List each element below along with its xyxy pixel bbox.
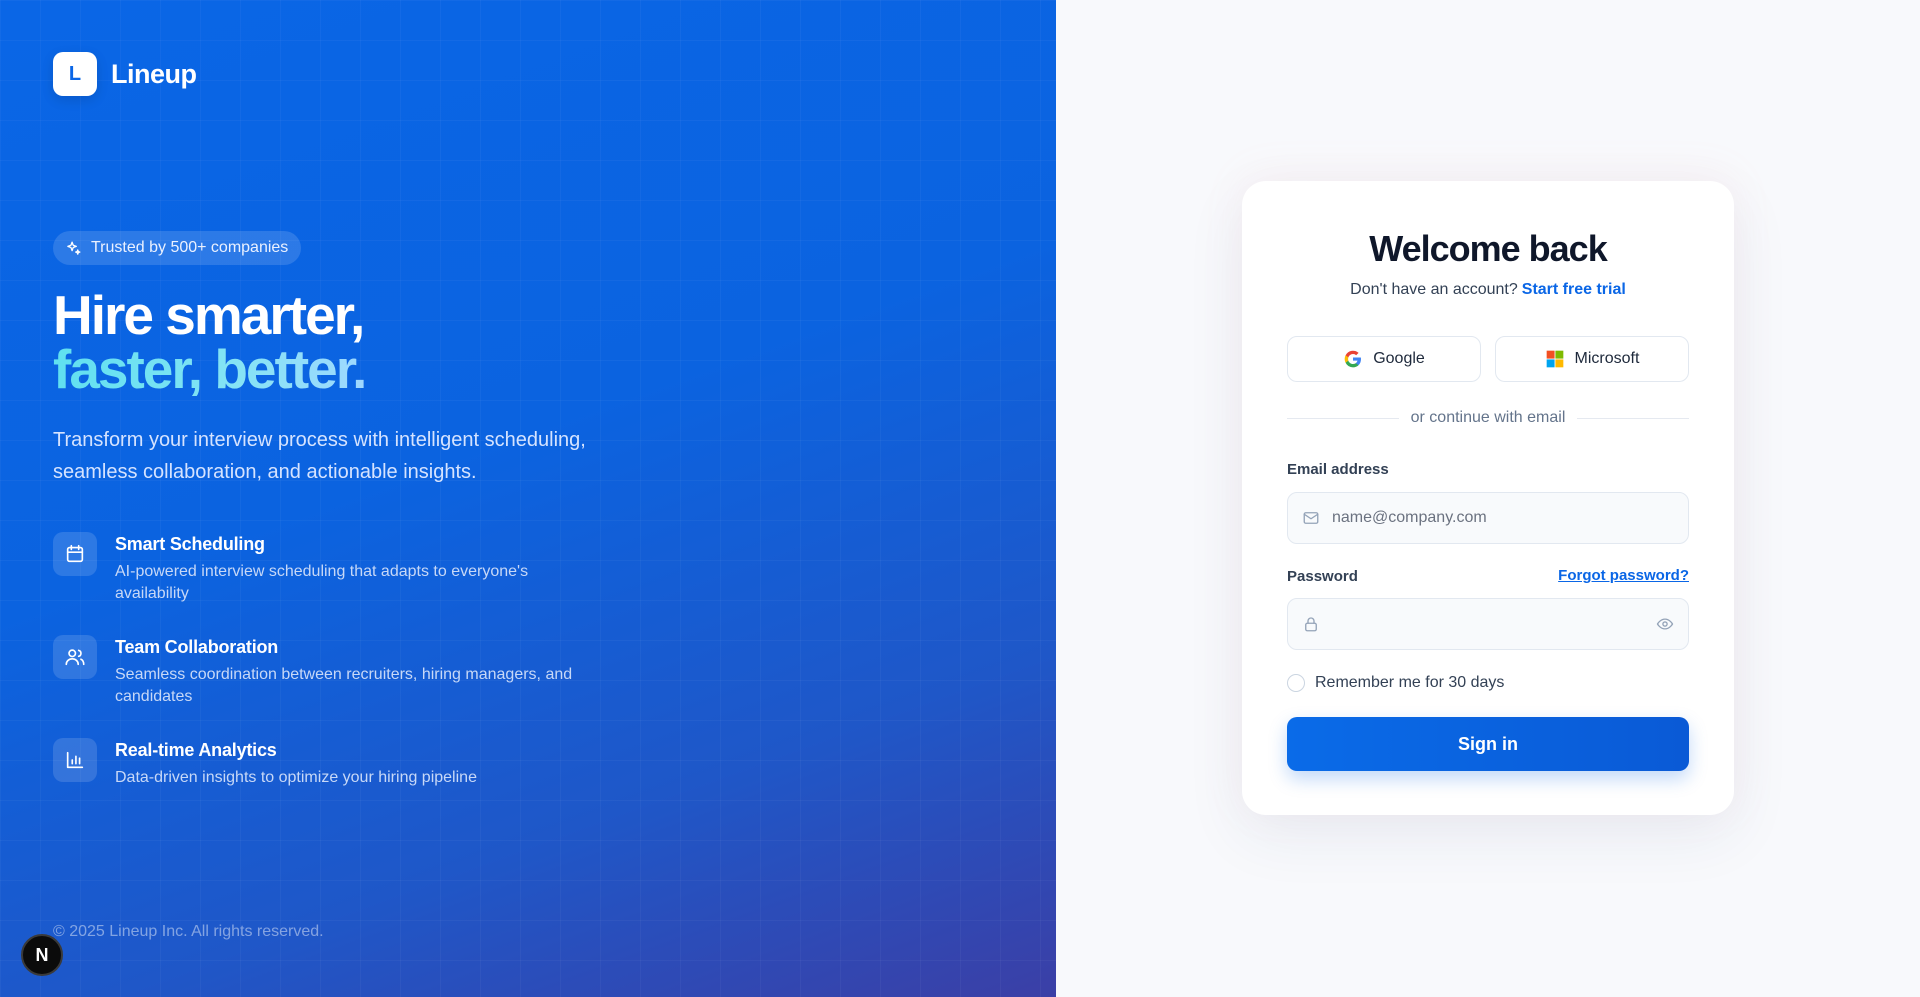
users-icon xyxy=(65,649,85,666)
remember-checkbox[interactable] xyxy=(1287,674,1305,692)
google-label: Google xyxy=(1373,350,1425,367)
lock-icon xyxy=(1305,617,1317,632)
dev-tools-badge[interactable]: N xyxy=(21,934,63,976)
feature-description: Data-driven insights to optimize your hi… xyxy=(115,769,477,786)
hero-panel: L Lineup Trusted by 500+ companies Hire … xyxy=(0,0,1056,997)
bar-chart-icon xyxy=(66,751,84,769)
microsoft-label: Microsoft xyxy=(1574,350,1640,367)
copyright: © 2025 Lineup Inc. All rights reserved. xyxy=(53,923,324,940)
feature-description: AI-powered interview scheduling that ada… xyxy=(115,563,529,602)
feature-item: Smart Scheduling AI-powered interview sc… xyxy=(53,532,613,605)
feature-title: Team Collaboration xyxy=(115,637,279,657)
divider: or continue with email xyxy=(1287,409,1689,427)
feature-item: Team Collaboration Seamless coordination… xyxy=(53,635,613,708)
hero-subtitle: Transform your interview process with in… xyxy=(53,429,586,483)
remember-me[interactable]: Remember me for 30 days xyxy=(1287,674,1504,692)
microsoft-icon xyxy=(1546,350,1563,368)
mail-icon xyxy=(1303,512,1319,524)
brand-logo: L xyxy=(53,52,97,96)
feature-title: Smart Scheduling xyxy=(115,534,265,554)
brand-name: Lineup xyxy=(111,58,197,89)
brand[interactable]: L Lineup xyxy=(53,52,197,96)
remember-label: Remember me for 30 days xyxy=(1315,674,1505,691)
password-field[interactable] xyxy=(1287,598,1689,650)
divider-text: or continue with email xyxy=(1410,409,1566,426)
calendar-icon xyxy=(66,544,84,563)
start-trial-link[interactable]: Start free trial xyxy=(1522,281,1626,298)
email-input[interactable] xyxy=(1332,509,1674,527)
sso-buttons: Google Microsoft xyxy=(1287,336,1689,382)
feature-list: Smart Scheduling AI-powered interview sc… xyxy=(53,532,613,819)
password-input[interactable] xyxy=(1332,615,1644,633)
trust-badge: Trusted by 500+ companies xyxy=(53,231,302,265)
feature-description: Seamless coordination between recruiters… xyxy=(115,666,573,705)
trust-badge-text: Trusted by 500+ companies xyxy=(91,239,289,256)
forgot-password-link[interactable]: Forgot password? xyxy=(1558,567,1689,584)
signup-prompt: Don't have an account? Start free trial xyxy=(1242,281,1734,299)
sparkles-icon xyxy=(67,240,81,255)
signup-text: Don't have an account? xyxy=(1350,281,1518,298)
headline-line-2: faster, better. xyxy=(53,338,367,400)
hero-headline: Hire smarter, faster, better. xyxy=(53,284,367,400)
google-icon xyxy=(1344,350,1362,368)
login-title: Welcome back xyxy=(1369,228,1607,269)
email-field[interactable] xyxy=(1287,492,1689,544)
eye-icon[interactable] xyxy=(1656,615,1674,633)
email-label: Email address xyxy=(1287,461,1389,478)
feature-item: Real-time Analytics Data-driven insights… xyxy=(53,738,613,789)
sign-in-button[interactable]: Sign in xyxy=(1287,717,1689,771)
google-signin-button[interactable]: Google xyxy=(1287,336,1481,382)
feature-title: Real-time Analytics xyxy=(115,740,277,760)
headline-line-1: Hire smarter, xyxy=(53,284,365,346)
microsoft-signin-button[interactable]: Microsoft xyxy=(1495,336,1689,382)
login-card: Welcome back Don't have an account? Start… xyxy=(1242,181,1734,815)
password-label: Password xyxy=(1287,568,1358,585)
login-area: Welcome back Don't have an account? Start… xyxy=(1056,0,1920,997)
